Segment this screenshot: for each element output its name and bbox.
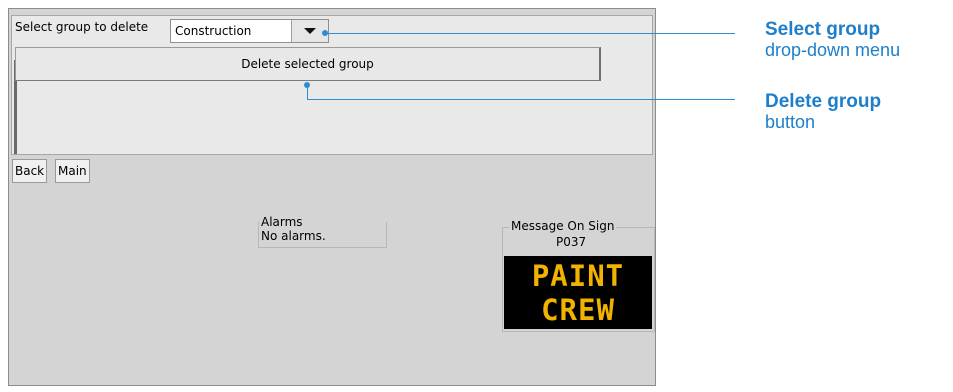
delete-callout-dot <box>304 82 310 88</box>
sign-message-code: P037 <box>556 235 587 249</box>
delete-group-panel: Select group to delete Construction Dele… <box>11 15 653 155</box>
alarms-title: Alarms <box>261 215 305 229</box>
delete-callout-line <box>307 99 735 100</box>
sign-line-1: PAINT <box>531 259 625 293</box>
delete-callout-subtitle: button <box>765 112 816 132</box>
select-group-label: Select group to delete <box>15 20 149 34</box>
select-callout-subtitle: drop-down menu <box>765 40 901 60</box>
group-select-value: Construction <box>175 24 252 38</box>
message-on-sign-title: Message On Sign <box>509 219 617 233</box>
select-callout-dot <box>322 30 328 36</box>
delete-callout-title: Delete group <box>765 91 882 112</box>
chevron-down-icon <box>304 28 316 34</box>
group-select-dropdown[interactable]: Construction <box>170 19 329 43</box>
delete-selected-group-button[interactable]: Delete selected group <box>15 47 601 81</box>
main-button[interactable]: Main <box>55 159 90 183</box>
select-callout-title: Select group <box>765 19 881 40</box>
back-button[interactable]: Back <box>12 159 48 183</box>
select-callout-line <box>325 33 735 34</box>
sign-line-2: CREW <box>541 293 615 327</box>
alarms-text: No alarms. <box>261 229 326 243</box>
sign-display: PAINT CREW <box>504 256 652 329</box>
app-window: Select group to delete Construction Dele… <box>8 8 656 386</box>
